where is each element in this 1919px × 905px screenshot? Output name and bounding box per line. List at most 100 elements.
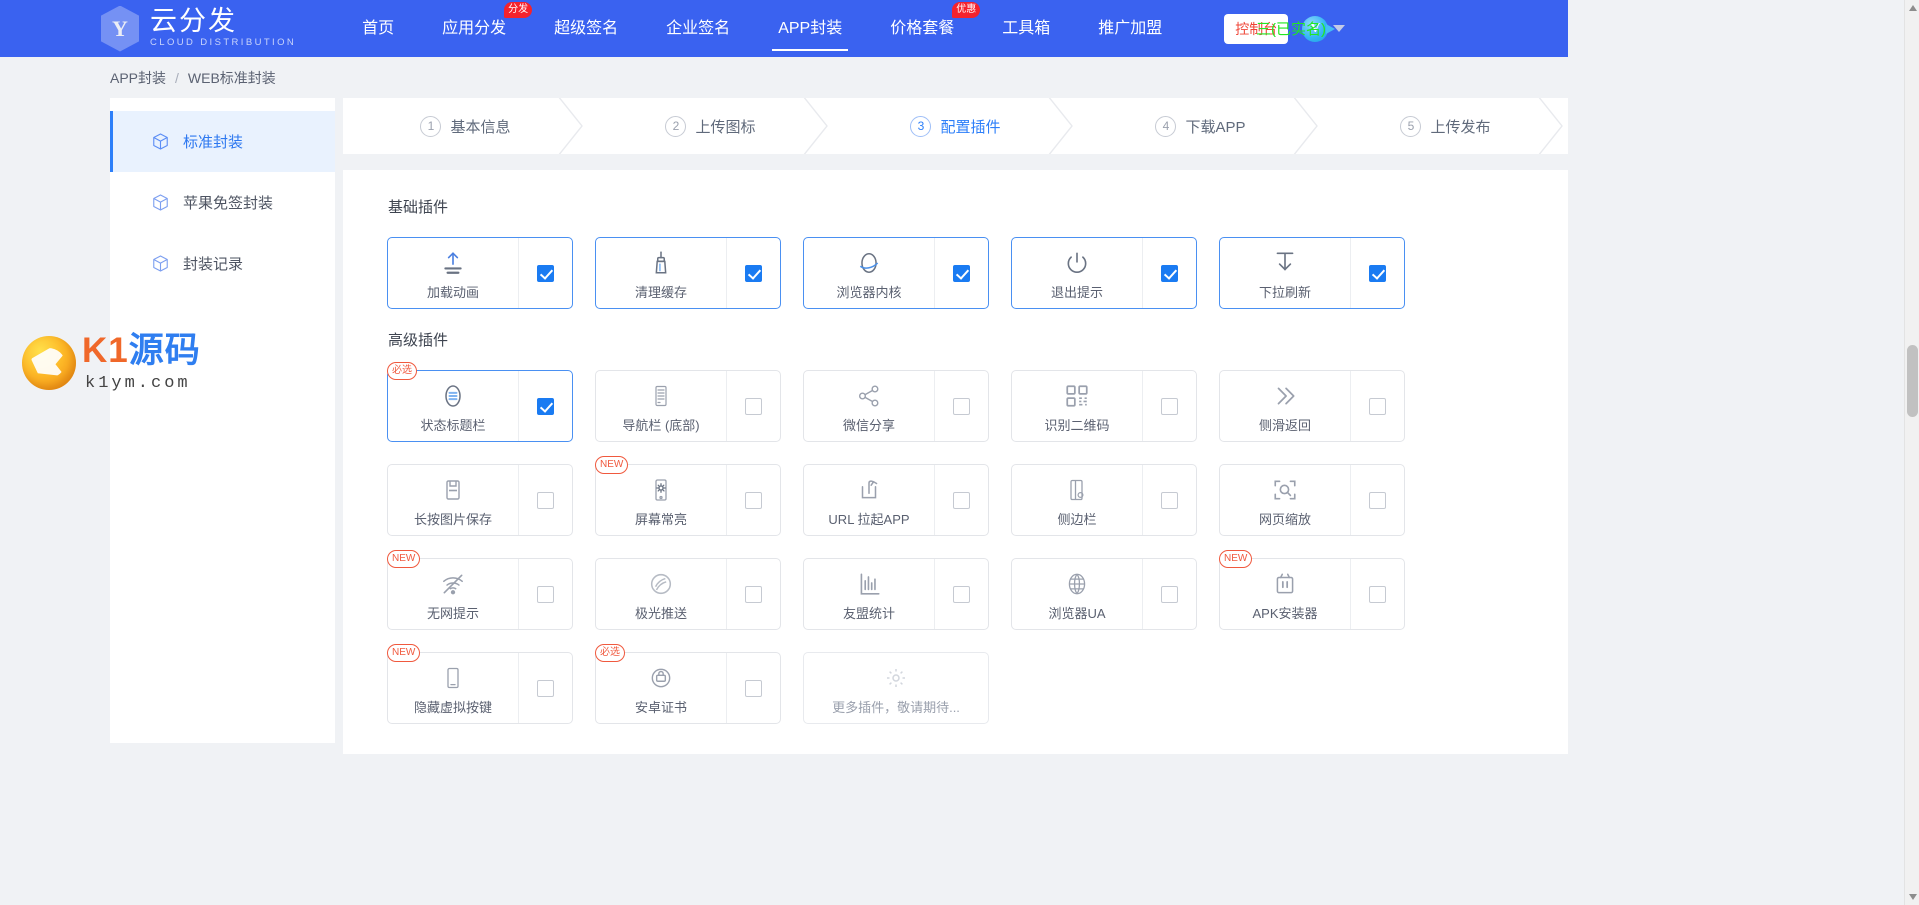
plugin-card-android-certificate[interactable]: 必选 安卓证书 [595,652,781,724]
plugin-card-keep-screen-on[interactable]: NEW [595,464,781,536]
plugin-card-jpush[interactable]: 极光推送 [595,558,781,630]
page-scrollbar[interactable] [1904,0,1919,905]
plugin-checkbox-cell[interactable] [1350,465,1404,535]
no-wifi-icon [439,570,467,598]
checkbox[interactable] [537,492,554,509]
plugin-checkbox-cell[interactable] [1142,465,1196,535]
checkbox[interactable] [1369,398,1386,415]
plugin-checkbox-cell[interactable] [1350,559,1404,629]
scroll-down-button[interactable] [1905,889,1919,905]
checkbox[interactable] [745,586,762,603]
checkbox[interactable] [1369,492,1386,509]
plugin-card-swipe-back[interactable]: 侧滑返回 [1219,370,1405,442]
sidebar-item-standard-package[interactable]: 标准封装 [110,111,335,172]
checkbox[interactable] [953,586,970,603]
sidebar-item-apple-nosign-package[interactable]: 苹果免签封装 [110,172,335,233]
plugin-checkbox-cell[interactable] [726,653,780,723]
plugin-card-clear-cache[interactable]: 清理缓存 [595,237,781,309]
checkbox[interactable] [537,398,554,415]
plugin-checkbox-cell[interactable] [934,465,988,535]
plugin-card-longpress-save-image[interactable]: 长按图片保存 [387,464,573,536]
plugin-card-browser-ua[interactable]: 浏览器UA [1011,558,1197,630]
nav-item-super-sign[interactable]: 超级签名 [530,0,642,57]
checkbox[interactable] [745,265,762,282]
nav-item-pricing[interactable]: 价格套餐 优惠 [866,0,978,57]
checkbox[interactable] [1161,265,1178,282]
plugin-checkbox-cell[interactable] [726,371,780,441]
plugin-card-pull-refresh[interactable]: 下拉刷新 [1219,237,1405,309]
plugin-card-scan-qrcode[interactable]: 识别二维码 [1011,370,1197,442]
plugin-card-status-title-bar[interactable]: 必选 状态标题栏 [387,370,573,442]
checkbox[interactable] [537,265,554,282]
plugin-checkbox-cell[interactable] [518,238,572,308]
plugin-card-no-network-prompt[interactable]: NEW 无网提示 [387,558,573,630]
card-body: 无网提示 [388,559,518,629]
plugin-checkbox-cell[interactable] [1142,559,1196,629]
checkbox[interactable] [745,492,762,509]
scrollbar-thumb[interactable] [1907,345,1918,417]
step-basic-info[interactable]: 1 基本信息 [343,98,588,154]
checkbox[interactable] [745,680,762,697]
plugin-checkbox-cell[interactable] [518,559,572,629]
nav-item-distribution[interactable]: 应用分发 分发 [418,0,530,57]
plugin-checkbox-cell[interactable] [518,371,572,441]
checkbox[interactable] [1161,586,1178,603]
checkbox[interactable] [953,265,970,282]
plugin-checkbox-cell[interactable] [726,559,780,629]
navbar-icon [649,382,673,410]
breadcrumb-current: WEB标准封装 [188,68,276,88]
plugin-card-apk-installer[interactable]: NEW APK安装器 [1219,558,1405,630]
cube-icon [151,132,170,151]
site-logo[interactable]: Y 云分发 CLOUD DISTRIBUTION [98,4,296,54]
card-body: 清理缓存 [596,238,726,308]
nav-item-home[interactable]: 首页 [338,0,418,57]
plugin-checkbox-cell[interactable] [934,371,988,441]
scroll-up-button[interactable] [1905,0,1919,16]
breadcrumb-parent[interactable]: APP封装 [110,68,166,88]
checkbox[interactable] [953,398,970,415]
step-configure-plugins[interactable]: 3 配置插件 [833,98,1078,154]
checkbox[interactable] [745,398,762,415]
step-upload-icon[interactable]: 2 上传图标 [588,98,833,154]
plugin-checkbox-cell[interactable] [1350,238,1404,308]
nav-item-app-package[interactable]: APP封装 [754,0,866,57]
plugin-card-url-launch-app[interactable]: URL 拉起APP [803,464,989,536]
plugin-card-umeng-stats[interactable]: 友盟统计 [803,558,989,630]
plugin-card-browser-kernel[interactable]: 浏览器内核 [803,237,989,309]
step-bar: 1 基本信息 2 上传图标 3 配置插件 [343,98,1568,154]
plugin-card-exit-prompt[interactable]: 退出提示 [1011,237,1197,309]
nav-item-enterprise-sign[interactable]: 企业签名 [642,0,754,57]
checkbox[interactable] [1161,398,1178,415]
plugin-checkbox-cell[interactable] [1350,371,1404,441]
plugin-checkbox-cell[interactable] [518,653,572,723]
plugin-card-sidebar[interactable]: 侧边栏 [1011,464,1197,536]
main-layout: 标准封装 苹果免签封装 封装记录 [0,98,1568,754]
plugin-card-page-zoom[interactable]: 网页缩放 [1219,464,1405,536]
checkbox[interactable] [1369,265,1386,282]
plugin-card-wechat-share[interactable]: 微信分享 [803,370,989,442]
checkbox[interactable] [537,680,554,697]
plugin-checkbox-cell[interactable] [1142,371,1196,441]
plugin-checkbox-cell[interactable] [934,238,988,308]
nav-item-toolbox[interactable]: 工具箱 [978,0,1074,57]
nav-item-affiliate[interactable]: 推广加盟 [1074,0,1186,57]
checkbox[interactable] [1369,586,1386,603]
sidebar-item-package-records[interactable]: 封装记录 [110,233,335,294]
step-download-app[interactable]: 4 下载APP [1078,98,1323,154]
card-body: 浏览器UA [1012,559,1142,629]
plugin-label: 识别二维码 [1044,415,1109,434]
plugin-checkbox-cell[interactable] [518,465,572,535]
checkbox[interactable] [1161,492,1178,509]
plugin-checkbox-cell[interactable] [726,238,780,308]
step-upload-publish[interactable]: 5 上传发布 [1323,98,1568,154]
checkbox[interactable] [537,586,554,603]
checkbox[interactable] [953,492,970,509]
plugin-checkbox-cell[interactable] [934,559,988,629]
user-menu[interactable]: 三(已实名) [1256,18,1345,39]
plugin-checkbox-cell[interactable] [1142,238,1196,308]
planet-icon [855,249,883,277]
plugin-card-loading-animation[interactable]: 加载动画 [387,237,573,309]
plugin-card-bottom-navbar[interactable]: 导航栏 (底部) [595,370,781,442]
plugin-card-hide-virtual-keys[interactable]: NEW 隐藏虚拟按键 [387,652,573,724]
plugin-checkbox-cell[interactable] [726,465,780,535]
